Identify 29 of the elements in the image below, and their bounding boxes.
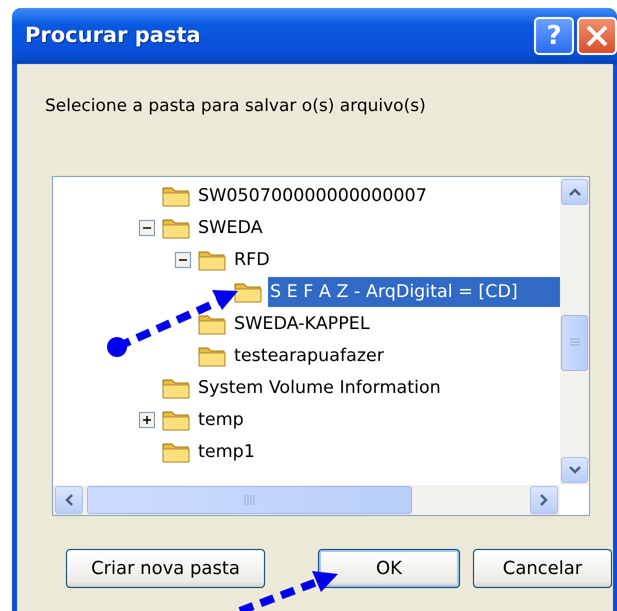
dialog-button[interactable]: OK bbox=[318, 548, 460, 588]
collapse-icon[interactable] bbox=[175, 252, 191, 268]
tree-item[interactable]: temp bbox=[196, 404, 246, 434]
dialog-button[interactable]: Cancelar bbox=[473, 548, 612, 588]
tree-item[interactable]: SW050700000000000007 bbox=[196, 180, 429, 210]
grip-icon bbox=[244, 494, 256, 504]
tree-item[interactable]: System Volume Information bbox=[196, 372, 443, 402]
scroll-thumb[interactable] bbox=[561, 314, 588, 370]
expand-icon[interactable] bbox=[139, 412, 155, 428]
tree-item[interactable]: SWEDA bbox=[196, 212, 265, 242]
scroll-down-button[interactable] bbox=[561, 456, 588, 482]
close-button[interactable] bbox=[577, 17, 617, 55]
scroll-up-button[interactable] bbox=[561, 178, 588, 204]
close-icon bbox=[584, 23, 610, 49]
scroll-thumb[interactable] bbox=[87, 486, 412, 514]
tree-item[interactable]: RFD bbox=[232, 244, 272, 274]
prompt-text: Selecione a pasta para salvar o(s) arquivo(s) bbox=[45, 95, 427, 118]
tree-item[interactable]: SWEDA-KAPPEL bbox=[232, 308, 372, 338]
scroll-right-button[interactable] bbox=[530, 486, 558, 514]
tree-item[interactable]: testearapuafazer bbox=[232, 340, 386, 370]
dialog-button[interactable]: Criar nova pasta bbox=[66, 548, 265, 588]
horizontal-scrollbar[interactable] bbox=[53, 484, 560, 514]
tree-item[interactable]: S E F A Z - ArqDigital = [CD] bbox=[268, 276, 560, 306]
window-title: Procurar pasta bbox=[24, 22, 202, 50]
tree-item[interactable]: temp1 bbox=[196, 436, 257, 466]
scroll-left-button[interactable] bbox=[55, 486, 83, 514]
grip-icon bbox=[568, 338, 580, 348]
collapse-icon[interactable] bbox=[139, 220, 155, 236]
vertical-scrollbar[interactable] bbox=[560, 176, 589, 484]
